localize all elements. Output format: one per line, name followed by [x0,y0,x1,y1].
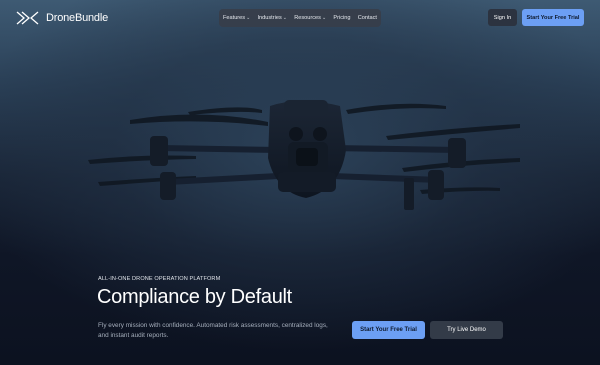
nav-item-resources[interactable]: Resources ⌄ [294,15,326,21]
drone-image [88,100,520,210]
hero-title: Compliance by Default [97,286,292,308]
nav-item-label: Features [223,15,246,21]
live-demo-button[interactable]: Try Live Demo [430,321,503,339]
hero-eyebrow: ALL-IN-ONE DRONE OPERATION PLATFORM [98,276,221,282]
main-nav: Features ⌄ Industries ⌄ Resources ⌄ Pric… [219,9,381,27]
brand-name: DroneBundle [46,12,109,24]
nav-item-contact[interactable]: Contact [358,15,377,21]
hero-subtitle: Fly every mission with confidence. Autom… [98,322,328,339]
nav-item-features[interactable]: Features ⌄ [223,15,250,21]
x-chevrons-logo-icon [16,11,39,25]
nav-item-pricing[interactable]: Pricing [333,15,350,21]
sign-in-button[interactable]: Sign In [488,9,517,26]
chevron-down-icon: ⌄ [321,14,327,21]
nav-item-industries[interactable]: Industries ⌄ [258,15,287,21]
drone-body [268,100,346,198]
chevron-down-icon: ⌄ [246,14,251,21]
nav-item-label: Industries [257,15,282,21]
chevron-down-icon: ⌄ [282,14,287,21]
nav-item-label: Pricing [333,15,351,21]
nav-item-label: Contact [357,15,377,21]
nav-item-label: Resources [294,15,321,21]
brand-logo[interactable]: DroneBundle [16,10,108,26]
header-free-trial-button[interactable]: Start Your Free Trial [522,9,584,26]
hero-free-trial-button[interactable]: Start Your Free Trial [352,321,425,339]
